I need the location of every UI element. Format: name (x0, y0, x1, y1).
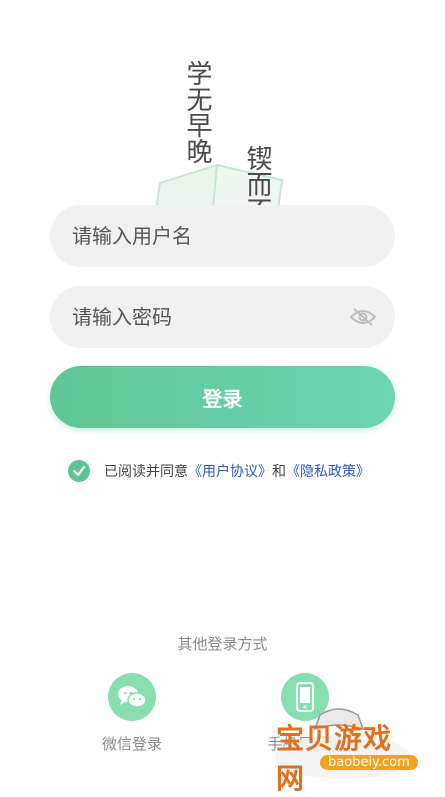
password-field[interactable] (50, 286, 395, 348)
password-input[interactable] (70, 304, 349, 330)
privacy-policy-link[interactable]: 《隐私政策》 (286, 461, 370, 481)
watermark-url: baobeiy.com (320, 755, 418, 770)
login-button[interactable]: 登录 (50, 366, 395, 428)
agreement-row: 已阅读并同意 《用户协议》 和 《隐私政策》 (68, 460, 370, 482)
hide-password-icon[interactable] (349, 307, 377, 327)
agreement-and: 和 (272, 464, 286, 480)
user-agreement-link[interactable]: 《用户协议》 (188, 461, 272, 481)
agreement-prefix: 已阅读并同意 (104, 464, 188, 480)
username-field[interactable] (50, 205, 395, 267)
wechat-login-label: 微信登录 (101, 735, 162, 753)
username-input[interactable] (70, 223, 377, 249)
wechat-login-button[interactable]: 微信登录 (82, 673, 182, 754)
wechat-icon (118, 686, 147, 708)
agreement-checkbox[interactable] (68, 460, 90, 482)
wechat-icon-circle[interactable] (108, 673, 156, 721)
poem-line-1: 学无早晚 (182, 60, 212, 164)
checkmark-icon (72, 465, 86, 477)
other-login-title: 其他登录方式 (177, 635, 268, 653)
site-watermark: 宝贝游戏网 baobeiy.com (268, 695, 418, 795)
